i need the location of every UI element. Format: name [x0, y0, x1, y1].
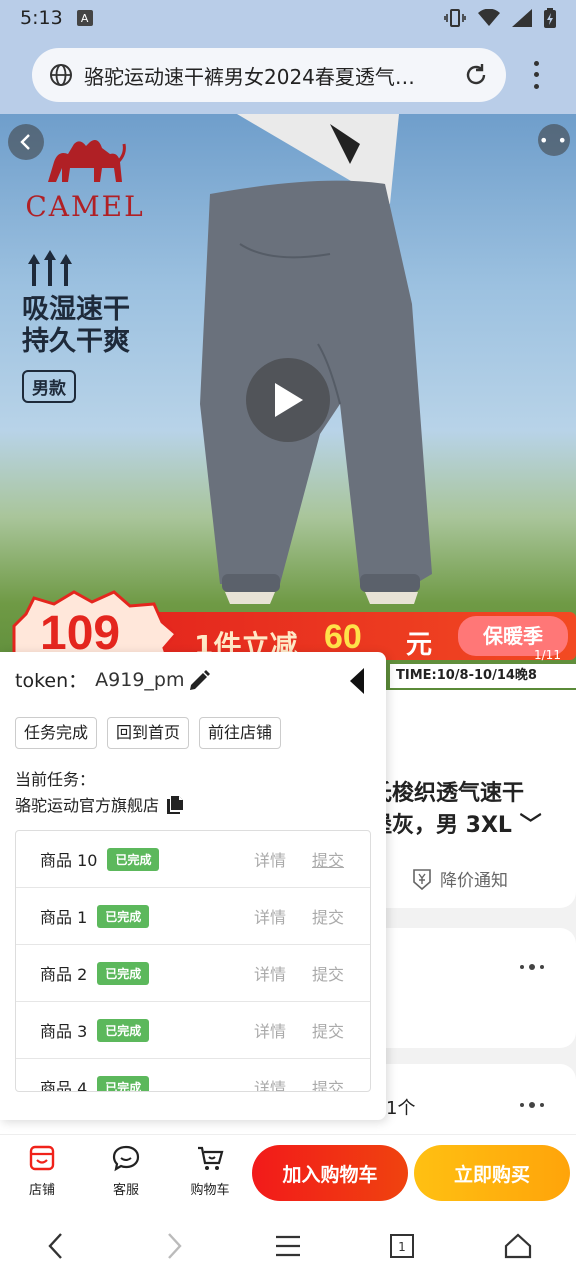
address-bar[interactable]: 骆驼运动速干裤男女2024春夏透气…: [32, 48, 506, 102]
panel-actions: 任务完成 回到首页 前往店铺: [15, 717, 282, 749]
submit-link[interactable]: 提交: [312, 1075, 344, 1091]
task-row: 商品 3 已完成 详情 提交: [16, 1002, 370, 1059]
url-text[interactable]: 骆驼运动速干裤男女2024春夏透气…: [84, 61, 452, 90]
camel-logo-icon: [48, 140, 126, 182]
detail-link[interactable]: 详情: [254, 1018, 286, 1042]
add-to-cart-button[interactable]: 加入购物车: [252, 1145, 408, 1201]
product-title-line-2: 堡灰，男 3XL ﹀: [370, 813, 542, 838]
more-options-icon[interactable]: • •: [538, 124, 570, 156]
wifi-icon: [478, 9, 500, 26]
task-list[interactable]: 商品 10 已完成 详情 提交 商品 1 已完成 详情 提交 商品 2 已完成 …: [15, 830, 371, 1092]
tabs-count: 1: [398, 1240, 406, 1254]
price-tag-icon: [413, 868, 431, 890]
nav-menu-icon[interactable]: [270, 1228, 306, 1264]
shop-icon: [29, 1145, 55, 1171]
status-time: 5:13: [20, 7, 63, 29]
service-label: 客服: [112, 1183, 139, 1198]
current-task-label: 当前任务：: [15, 770, 96, 789]
nav-forward-icon[interactable]: [156, 1228, 192, 1264]
task-product-name: 商品 3: [40, 1022, 88, 1041]
play-icon: [275, 383, 303, 417]
price-notify-label: 降价通知: [440, 871, 508, 891]
cart-icon: [198, 1146, 224, 1170]
token-label: token：: [15, 670, 88, 692]
promo-time: TIME:10/8-10/14晚8: [390, 664, 576, 688]
submit-link[interactable]: 提交: [312, 904, 344, 928]
detail-link[interactable]: 详情: [254, 847, 286, 871]
shop-label: 店铺: [28, 1183, 55, 1198]
current-task-name: 骆驼运动官方旗舰店: [15, 796, 160, 815]
browser-menu-icon[interactable]: [522, 58, 550, 92]
current-task: 骆驼运动官方旗舰店: [15, 792, 185, 816]
task-product-name: 商品 2: [40, 965, 88, 984]
browser-nav-bar: 1: [0, 1210, 576, 1280]
nav-home-icon[interactable]: [500, 1228, 536, 1264]
cart-label: 购物车: [190, 1183, 230, 1198]
more-icon[interactable]: [520, 964, 544, 970]
detail-link[interactable]: 详情: [254, 1075, 286, 1091]
task-complete-button[interactable]: 任务完成: [15, 717, 98, 749]
slogan-line-1: 吸湿速干: [22, 294, 130, 325]
copy-icon[interactable]: [165, 794, 185, 814]
discount-unit: 元: [406, 630, 433, 660]
bottom-action-bar: 店铺 客服 购物车 加入购物车 立即购买: [0, 1134, 576, 1210]
signal-icon: [512, 9, 532, 27]
back-home-button[interactable]: 回到首页: [107, 717, 190, 749]
reload-icon[interactable]: [462, 61, 490, 89]
brand-name: CAMEL: [25, 190, 145, 223]
submit-link[interactable]: 提交: [312, 1018, 344, 1042]
product-title[interactable]: 氐梭织透气速干 堡灰，男 3XL ﹀: [370, 778, 570, 842]
count-text: 1个: [386, 1098, 416, 1119]
task-row: 商品 10 已完成 详情 提交: [16, 831, 370, 888]
task-product-name: 商品 10: [40, 851, 98, 870]
nav-tabs-icon[interactable]: 1: [384, 1228, 420, 1264]
globe-icon: [50, 64, 72, 86]
task-row: 商品 4 已完成 详情 提交: [16, 1059, 370, 1092]
buy-now-button[interactable]: 立即购买: [414, 1145, 570, 1201]
status-badge: 已完成: [97, 1075, 150, 1091]
task-product-name: 商品 4: [40, 1079, 88, 1092]
status-badge: 已完成: [97, 1018, 150, 1042]
status-badge: 已完成: [107, 847, 160, 871]
status-icons: [444, 8, 556, 28]
notification-icon: A: [76, 10, 93, 26]
vibrate-icon: [444, 9, 466, 27]
token-value: A919_pm: [95, 668, 185, 691]
status-badge: 已完成: [97, 904, 150, 928]
cart-button[interactable]: 购物车: [180, 1143, 240, 1198]
service-button[interactable]: 客服: [96, 1143, 156, 1198]
submit-link[interactable]: 提交: [312, 961, 344, 985]
go-to-store-button[interactable]: 前往店铺: [199, 717, 282, 749]
task-row: 商品 2 已完成 详情 提交: [16, 945, 370, 1002]
arrows-up-icon: [28, 250, 72, 286]
submit-link[interactable]: 提交: [312, 847, 344, 871]
price-notify-button[interactable]: 降价通知: [410, 866, 508, 891]
task-product-name: 商品 1: [40, 908, 88, 927]
chat-icon: [112, 1145, 140, 1172]
browser-toolbar: 骆驼运动速干裤男女2024春夏透气…: [0, 36, 576, 114]
slogan: 吸湿速干 持久干爽: [22, 294, 130, 358]
token-row: token： A919_pm: [15, 666, 184, 693]
task-row: 商品 1 已完成 详情 提交: [16, 888, 370, 945]
detail-link[interactable]: 详情: [254, 961, 286, 985]
detail-link[interactable]: 详情: [254, 904, 286, 928]
image-counter: 1/11: [534, 648, 561, 662]
collapse-panel-icon[interactable]: [346, 666, 368, 696]
product-title-line-1: 氐梭织透气速干: [370, 781, 525, 806]
shop-button[interactable]: 店铺: [12, 1143, 72, 1198]
task-panel: token： A919_pm 任务完成 回到首页 前往店铺 当前任务： 骆驼运动…: [0, 652, 386, 1120]
brand-logo: CAMEL: [20, 132, 150, 223]
nav-back-icon[interactable]: [38, 1228, 74, 1264]
more-icon[interactable]: [520, 1102, 544, 1108]
status-bar: 5:13 A: [0, 0, 576, 36]
play-video-button[interactable]: [246, 358, 330, 442]
battery-icon: [544, 8, 556, 28]
slogan-line-2: 持久干爽: [22, 326, 130, 357]
edit-icon[interactable]: [186, 668, 212, 694]
status-badge: 已完成: [97, 961, 150, 985]
gender-tag: 男款: [22, 370, 76, 403]
